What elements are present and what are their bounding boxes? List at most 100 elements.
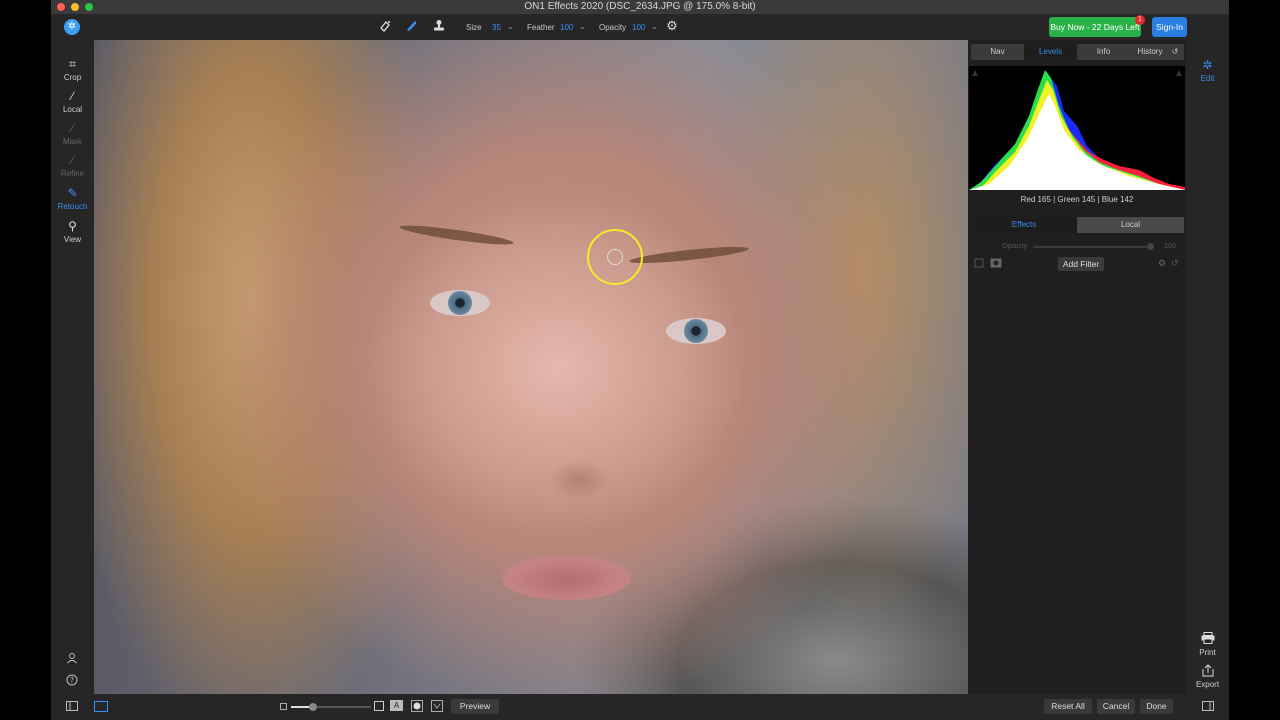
print-label: Print — [1199, 648, 1216, 657]
panel-tabbar: Nav Levels Info History ↺ — [971, 44, 1184, 60]
user-icon[interactable] — [66, 652, 78, 667]
crop-tool[interactable]: ⌗ Crop — [51, 57, 94, 82]
nose — [549, 460, 609, 500]
mask-brush-icon: ⁄ — [71, 121, 74, 135]
retouch-brush-icon[interactable] — [404, 19, 418, 33]
export-module[interactable]: Export — [1186, 664, 1229, 689]
layer-settings-icon[interactable]: ⚙ — [1158, 258, 1166, 269]
left-iris — [448, 291, 472, 315]
tab-info[interactable]: Info — [1077, 44, 1130, 60]
preview-button[interactable]: Preview — [451, 699, 499, 714]
layer-opacity-handle[interactable] — [1147, 243, 1154, 250]
photo-canvas[interactable] — [94, 40, 968, 694]
view-label: View — [63, 235, 82, 244]
perfect-eraser-icon[interactable] — [378, 19, 392, 33]
right-module-rail: ✲ Edit Print Export — [1186, 40, 1229, 694]
history-icon[interactable]: ↺ — [1169, 44, 1181, 60]
retouch-icon: ✎ — [67, 186, 78, 200]
single-view-icon[interactable] — [94, 701, 108, 715]
export-label: Export — [1195, 680, 1220, 689]
svg-text:?: ? — [70, 676, 74, 685]
lips — [501, 555, 631, 600]
left-tool-rail: ⌗ Crop ⁄ Local ⁄ Mask ⁄ Refine ✎ Retouch… — [51, 40, 94, 694]
size-dropdown-icon[interactable]: ⌄ — [507, 22, 514, 31]
refine-brush-icon: ⁄ — [71, 153, 74, 167]
right-eye — [666, 318, 726, 344]
window-title: ON1 Effects 2020 (DSC_2634.JPG @ 175.0% … — [524, 1, 756, 12]
view-tool[interactable]: ⚲ View — [51, 219, 94, 244]
edit-module[interactable]: ✲ Edit — [1186, 58, 1229, 83]
notification-badge: 1 — [1135, 15, 1145, 25]
print-module[interactable]: Print — [1186, 632, 1229, 657]
mask-view-icon[interactable] — [374, 701, 384, 714]
layer-opacity-value: 100 — [1164, 241, 1177, 250]
add-filter-button[interactable]: Add Filter — [1058, 257, 1104, 271]
rgb-readout: Red 165 | Green 145 | Blue 142 — [1020, 195, 1134, 204]
crop-icon: ⌗ — [69, 57, 76, 71]
tab-levels[interactable]: Levels — [1024, 44, 1077, 60]
tab-effects[interactable]: Effects — [971, 217, 1077, 233]
histogram-right-clip-indicator — [1176, 70, 1182, 76]
compare-icon[interactable]: A — [390, 700, 403, 711]
help-icon[interactable]: ? — [66, 674, 78, 689]
retouch-tool[interactable]: ✎ Retouch — [51, 186, 94, 211]
crop-label: Crop — [63, 73, 82, 82]
right-iris — [684, 319, 708, 343]
tab-local[interactable]: Local — [1077, 217, 1184, 233]
sign-in-button[interactable]: Sign-In — [1152, 17, 1187, 37]
histogram-left-clip-indicator — [972, 70, 978, 76]
tab-nav[interactable]: Nav — [971, 44, 1024, 60]
screen: ON1 Effects 2020 (DSC_2634.JPG @ 175.0% … — [0, 0, 1280, 720]
clipping-toggle-icon[interactable] — [431, 700, 443, 715]
histogram — [969, 66, 1185, 190]
opacity-dropdown-icon[interactable]: ⌄ — [651, 22, 658, 31]
size-value[interactable]: 35 — [492, 23, 501, 32]
layer-opacity-row: Opacity 100 — [971, 241, 1184, 253]
reset-all-button[interactable]: Reset All — [1044, 699, 1092, 714]
title-bar: ON1 Effects 2020 (DSC_2634.JPG @ 175.0% … — [51, 0, 1229, 14]
refine-tool[interactable]: ⁄ Refine — [51, 153, 94, 178]
opacity-value[interactable]: 100 — [632, 23, 645, 32]
local-brush-icon: ⁄ — [71, 89, 74, 103]
zoom-icon: ⚲ — [68, 219, 77, 233]
refine-label: Refine — [60, 169, 85, 178]
layer-opacity-slider[interactable] — [1033, 246, 1153, 248]
right-panel: Nav Levels Info History ↺ Red 165 | Gree… — [968, 40, 1186, 694]
layer-reset-icon[interactable]: ↺ — [1171, 258, 1179, 269]
cancel-button[interactable]: Cancel — [1097, 699, 1135, 714]
gear-icon[interactable]: ⚙ — [665, 19, 679, 33]
bottom-bar: A Preview Reset All Cancel Done — [51, 694, 1229, 720]
overlay-toggle-icon[interactable] — [411, 700, 423, 715]
app-logo-icon[interactable]: ✲ — [64, 19, 80, 35]
size-label: Size — [466, 23, 482, 32]
mask-label: Mask — [62, 137, 83, 146]
zoom-slider-handle[interactable] — [309, 703, 317, 711]
printer-icon — [1186, 632, 1229, 646]
buy-now-button[interactable]: Buy Now - 22 Days Left — [1049, 17, 1141, 37]
mask-tool[interactable]: ⁄ Mask — [51, 121, 94, 146]
left-eye — [430, 290, 490, 316]
feather-value[interactable]: 100 — [560, 23, 573, 32]
app-window: ON1 Effects 2020 (DSC_2634.JPG @ 175.0% … — [51, 0, 1229, 720]
feather-dropdown-icon[interactable]: ⌄ — [579, 22, 586, 31]
retouch-label: Retouch — [57, 202, 88, 211]
clone-stamp-icon[interactable] — [432, 19, 446, 33]
layer-mask-icon[interactable] — [990, 258, 1002, 271]
export-icon — [1186, 664, 1229, 678]
edit-label: Edit — [1200, 74, 1215, 83]
zoom-out-icon[interactable] — [280, 702, 287, 713]
brush-cursor-center — [607, 249, 623, 265]
right-eyebrow — [628, 243, 750, 267]
local-label: Local — [62, 105, 83, 114]
toggle-right-panel-icon[interactable] — [1202, 701, 1214, 714]
left-eyebrow — [398, 222, 515, 248]
layer-opacity-label: Opacity — [1002, 241, 1028, 250]
toggle-left-panel-icon[interactable] — [66, 701, 78, 714]
tab-history[interactable]: History — [1130, 44, 1170, 60]
layer-visibility-icon[interactable] — [974, 258, 984, 271]
opacity-label: Opacity — [599, 23, 627, 32]
top-toolbar: ✲ Size 35 ⌄ Feather 100 ⌄ Opacity 100 ⌄ … — [51, 14, 1229, 40]
local-tool[interactable]: ⁄ Local — [51, 89, 94, 114]
done-button[interactable]: Done — [1140, 699, 1173, 714]
edit-gear-icon: ✲ — [1202, 58, 1213, 72]
